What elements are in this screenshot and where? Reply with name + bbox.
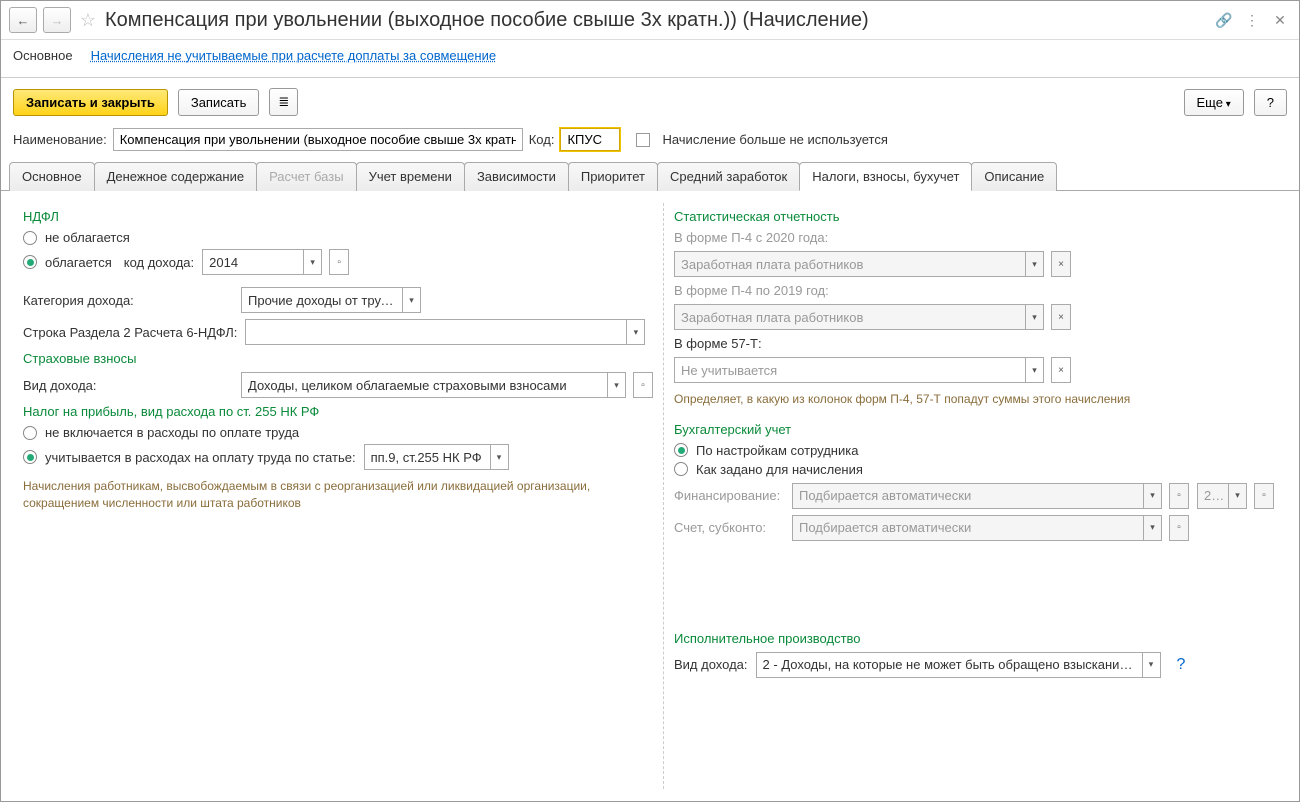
ndfl-cat-select[interactable]: Прочие доходы от трудов ▾ xyxy=(241,287,421,313)
ndfl-row6-label: Строка Раздела 2 Расчета 6-НДФЛ: xyxy=(23,325,237,340)
f57-label: В форме 57-Т: xyxy=(674,336,1277,351)
fin-select: Подбирается автоматически ▾ xyxy=(792,483,1162,509)
open-icon: ▫ xyxy=(1169,515,1189,541)
acc2-select: 211 ▾ xyxy=(1197,483,1247,509)
accounting-title: Бухгалтерский учет xyxy=(674,422,1277,437)
save-button[interactable]: Записать xyxy=(178,89,260,116)
help-button[interactable]: ? xyxy=(1254,89,1287,116)
list-icon-button[interactable]: ≣ xyxy=(269,88,298,116)
tab-deps[interactable]: Зависимости xyxy=(464,162,569,191)
acct-accr-label: Как задано для начисления xyxy=(696,462,863,477)
favorite-star-icon[interactable]: ☆ xyxy=(77,9,99,31)
ndfl-title: НДФЛ xyxy=(23,209,653,224)
insurance-kind-select[interactable]: Доходы, целиком облагаемые страховыми вз… xyxy=(241,372,626,398)
name-label: Наименование: xyxy=(13,132,107,147)
stat-title: Статистическая отчетность xyxy=(674,209,1277,224)
ndfl-cat-label: Категория дохода: xyxy=(23,293,233,308)
ndfl-code-select[interactable]: 2014 ▾ xyxy=(202,249,322,275)
p4-2019-select: Заработная плата работников ▾ xyxy=(674,304,1044,330)
insurance-title: Страховые взносы xyxy=(23,351,653,366)
profit-article-select[interactable]: пп.9, ст.255 НК РФ ▾ xyxy=(364,444,509,470)
chevron-down-icon: ▾ xyxy=(1025,252,1043,276)
more-button[interactable]: Еще xyxy=(1184,89,1244,116)
chevron-down-icon[interactable]: ▾ xyxy=(607,373,625,397)
subnav-link[interactable]: Начисления не учитываемые при расчете до… xyxy=(91,48,497,63)
code-input[interactable] xyxy=(560,128,620,151)
chevron-down-icon[interactable]: ▾ xyxy=(303,250,321,274)
open-icon: ▫ xyxy=(1169,483,1189,509)
profit-radio-yes[interactable] xyxy=(23,450,37,464)
help-icon[interactable]: ? xyxy=(1177,656,1186,674)
p4-2019-label: В форме П-4 по 2019 год: xyxy=(674,283,1277,298)
p4-2020-select: Заработная плата работников ▾ xyxy=(674,251,1044,277)
profit-radio-no[interactable] xyxy=(23,426,37,440)
stat-note: Определяет, в какую из колонок форм П-4,… xyxy=(674,391,1277,408)
link-icon[interactable]: 🔗 xyxy=(1213,9,1235,31)
clear-icon: × xyxy=(1051,304,1071,330)
profit-title: Налог на прибыль, вид расхода по ст. 255… xyxy=(23,404,653,419)
tab-money[interactable]: Денежное содержание xyxy=(94,162,257,191)
profit-no-label: не включается в расходы по оплате труда xyxy=(45,425,299,440)
open-icon[interactable]: ▫ xyxy=(329,249,349,275)
window-title: Компенсация при увольнении (выходное пос… xyxy=(105,9,1207,32)
ndfl-row6-select[interactable]: ▾ xyxy=(245,319,645,345)
chevron-down-icon[interactable]: ▾ xyxy=(626,320,644,344)
profit-note: Начисления работникам, высвобождаемым в … xyxy=(23,478,653,512)
acct-select: Подбирается автоматически ▾ xyxy=(792,515,1162,541)
acct-radio-accr[interactable] xyxy=(674,462,688,476)
tab-bar: Основное Денежное содержание Расчет базы… xyxy=(1,161,1299,191)
chevron-down-icon[interactable]: ▾ xyxy=(1025,358,1043,382)
ndfl-radio-no[interactable] xyxy=(23,231,37,245)
tab-priority[interactable]: Приоритет xyxy=(568,162,658,191)
ndfl-radio-yes[interactable] xyxy=(23,255,37,269)
exec-kind-label: Вид дохода: xyxy=(674,657,748,672)
acct-radio-emp[interactable] xyxy=(674,443,688,457)
tab-base[interactable]: Расчет базы xyxy=(256,162,357,191)
chevron-down-icon[interactable]: ▾ xyxy=(402,288,420,312)
fin-label: Финансирование: xyxy=(674,488,784,503)
not-used-label: Начисление больше не используется xyxy=(662,132,887,147)
acct-label: Счет, субконто: xyxy=(674,520,784,535)
exec-kind-select[interactable]: 2 - Доходы, на которые не может быть обр… xyxy=(756,652,1161,678)
insurance-kind-label: Вид дохода: xyxy=(23,378,233,393)
close-icon[interactable]: ✕ xyxy=(1269,9,1291,31)
subnav-main[interactable]: Основное xyxy=(13,48,73,63)
tab-main[interactable]: Основное xyxy=(9,162,95,191)
chevron-down-icon[interactable]: ▾ xyxy=(490,445,508,469)
chevron-down-icon[interactable]: ▾ xyxy=(1142,653,1160,677)
chevron-down-icon: ▾ xyxy=(1143,516,1161,540)
exec-title: Исполнительное производство xyxy=(674,631,1277,646)
tab-time[interactable]: Учет времени xyxy=(356,162,465,191)
p4-2020-label: В форме П-4 с 2020 года: xyxy=(674,230,1277,245)
nav-back-button[interactable]: ← xyxy=(9,7,37,33)
f57-select[interactable]: Не учитывается ▾ xyxy=(674,357,1044,383)
tab-desc[interactable]: Описание xyxy=(971,162,1057,191)
ndfl-code-label: код дохода: xyxy=(124,255,194,270)
clear-icon: × xyxy=(1051,251,1071,277)
ndfl-yes-label: облагается xyxy=(45,255,112,270)
tab-taxes[interactable]: Налоги, взносы, бухучет xyxy=(799,162,972,191)
profit-yes-label: учитывается в расходах на оплату труда п… xyxy=(45,450,356,465)
clear-icon[interactable]: × xyxy=(1051,357,1071,383)
nav-forward-button[interactable]: → xyxy=(43,7,71,33)
save-close-button[interactable]: Записать и закрыть xyxy=(13,89,168,116)
chevron-down-icon: ▾ xyxy=(1143,484,1161,508)
chevron-down-icon: ▾ xyxy=(1025,305,1043,329)
chevron-down-icon: ▾ xyxy=(1228,484,1246,508)
not-used-checkbox[interactable] xyxy=(636,133,650,147)
code-label: Код: xyxy=(529,132,555,147)
open-icon: ▫ xyxy=(1254,483,1274,509)
open-icon[interactable]: ▫ xyxy=(633,372,653,398)
acct-emp-label: По настройкам сотрудника xyxy=(696,443,858,458)
kebab-menu-icon[interactable]: ⋮ xyxy=(1241,9,1263,31)
ndfl-no-label: не облагается xyxy=(45,230,130,245)
name-input[interactable] xyxy=(113,128,523,151)
tab-avg[interactable]: Средний заработок xyxy=(657,162,800,191)
